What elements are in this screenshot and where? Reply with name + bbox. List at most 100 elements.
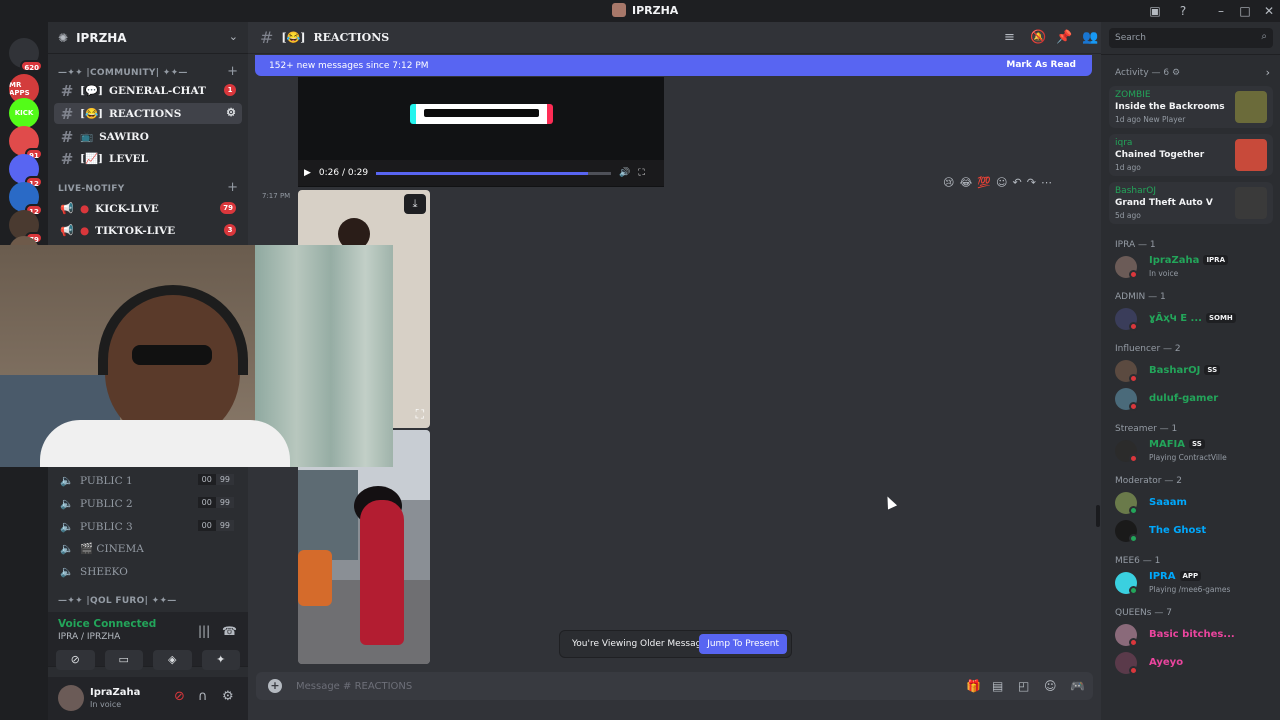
chevron-right-icon[interactable]: › <box>1266 66 1270 79</box>
activity-card[interactable]: ZOMBIE Inside the Backrooms 1d ago New Pla… <box>1109 86 1273 128</box>
threads-icon[interactable]: ≡ <box>1004 30 1015 45</box>
emoji-icon[interactable]: ☺ <box>1044 679 1057 693</box>
voice-location[interactable]: IPRA / IPRZHA <box>58 632 120 642</box>
status-dot <box>1129 638 1138 647</box>
member-item[interactable]: BasharOJ SS <box>1115 358 1275 386</box>
new-messages-bar[interactable]: 152+ new messages since 7:12 PM Mark As … <box>255 55 1092 76</box>
hash-icon: # <box>260 28 274 47</box>
add-channel-icon[interactable]: + <box>227 64 238 79</box>
server-icon[interactable]: 620 <box>9 38 43 72</box>
user-status: In voice <box>90 700 122 709</box>
reaction-icon[interactable]: 💯 <box>977 176 991 189</box>
avatar[interactable] <box>58 685 84 711</box>
pin-icon[interactable]: 📌 <box>1056 30 1072 45</box>
member-item[interactable]: IpraZaha IPRA In voice <box>1115 254 1275 282</box>
channel-reactions[interactable]: # [😂] REACTIONS ⚙ <box>54 103 242 124</box>
speaker-icon: 🔈 <box>60 520 74 533</box>
attach-icon[interactable]: + <box>268 679 282 693</box>
play-icon[interactable]: ▶ <box>304 168 311 178</box>
server-tag: SS <box>1204 365 1221 375</box>
user-name: IpraZaha <box>90 687 141 698</box>
category-community[interactable]: —✦✦ |COMMUNITY| ✦✦— <box>58 68 188 78</box>
maximize-button[interactable]: □ <box>1236 3 1254 19</box>
activity-card[interactable]: iqra Chained Together 1d ago <box>1109 134 1273 176</box>
server-icon[interactable]: 12 <box>9 154 43 188</box>
channel-tiktok-live[interactable]: 📢 ● TIKTOK-LIVE 3 <box>54 220 242 241</box>
search-input[interactable]: Search ⌕ <box>1109 28 1273 48</box>
fullscreen-icon[interactable]: ⛶ <box>638 168 644 178</box>
inbox-icon[interactable]: ▣ <box>1146 3 1164 19</box>
voice-channel-sheeko[interactable]: 🔈 SHEEKO <box>54 561 242 582</box>
server-icon[interactable]: 91 <box>9 126 43 160</box>
user-panel: IpraZaha In voice ⊘ ∩ ⚙ <box>48 677 248 720</box>
server-icon[interactable]: KICK <box>9 98 39 128</box>
channel-settings-icon[interactable]: ⚙ <box>226 106 236 119</box>
server-header[interactable]: ✺ IPRZHA ⌄ <box>48 22 248 54</box>
member-item[interactable]: duluf-gamer <box>1115 386 1275 414</box>
gif-icon[interactable]: ▤ <box>992 679 1003 693</box>
channel-general-chat[interactable]: # [💬] GENERAL-CHAT 1 <box>54 80 242 101</box>
headphones-icon[interactable]: ∩ <box>198 689 208 704</box>
channel-sawiro[interactable]: # 📺 SAWIRO <box>54 126 242 147</box>
help-icon[interactable]: ? <box>1174 3 1192 19</box>
activity-button[interactable]: ◈ <box>153 650 192 670</box>
gift-icon[interactable]: 🎁 <box>966 679 981 693</box>
voice-channel-public-1[interactable]: 🔈 PUBLIC 1 00 99 <box>54 470 242 491</box>
member-item[interactable]: The Ghost <box>1115 518 1275 546</box>
apps-icon[interactable]: 🎮 <box>1070 679 1085 693</box>
mic-muted-icon[interactable]: ⊘ <box>174 689 185 704</box>
reaction-icon[interactable]: 😢 <box>943 176 954 189</box>
game-thumbnail <box>1235 187 1267 219</box>
member-item[interactable]: ɣÃҳԿ E ... SOMH <box>1115 306 1275 334</box>
forward-icon[interactable]: ↷ <box>1027 176 1036 189</box>
jump-to-present-button[interactable]: Jump To Present <box>699 634 787 654</box>
disconnect-icon[interactable]: ☎ <box>222 624 237 638</box>
live-dot-icon: ● <box>80 224 90 237</box>
camera-off-button[interactable]: ⊘ <box>56 650 95 670</box>
chevron-down-icon[interactable]: ⌄ <box>229 30 238 43</box>
server-icon[interactable]: 12 <box>9 182 43 216</box>
reply-icon[interactable]: ↶ <box>1013 176 1022 189</box>
game-thumbnail <box>1235 139 1267 171</box>
add-channel-icon[interactable]: + <box>227 180 238 195</box>
sticker-icon[interactable]: ◰ <box>1018 679 1029 693</box>
gear-icon[interactable]: ⚙ <box>222 689 234 704</box>
voice-channel-cinema[interactable]: 🔈 🎬 CINEMA <box>54 538 242 559</box>
minimize-button[interactable]: – <box>1212 3 1230 19</box>
status-dot <box>1129 402 1138 411</box>
member-item[interactable]: Basic bitches... <box>1115 622 1275 650</box>
download-icon[interactable]: ⤓ <box>404 194 426 214</box>
member-item[interactable]: IPRA APP Playing /mee6-games <box>1115 570 1275 598</box>
activity-card[interactable]: BasharOJ Grand Theft Auto V 5d ago <box>1109 182 1273 224</box>
activity-user: ZOMBIE <box>1115 90 1151 100</box>
category-live-notify[interactable]: LIVE-NOTIFY <box>58 184 125 194</box>
voice-channel-public-3[interactable]: 🔈 PUBLIC 3 00 99 <box>54 516 242 537</box>
member-activity: Playing /mee6-games <box>1149 585 1231 594</box>
scrollbar[interactable] <box>1096 505 1100 527</box>
screen-share-button[interactable]: ▭ <box>104 650 143 670</box>
activity-header: Activity — 6 ⚙ <box>1115 68 1181 78</box>
status-dot <box>1129 454 1138 463</box>
video-progress-bar[interactable] <box>376 171 612 175</box>
channel-level[interactable]: # [📈] LEVEL <box>54 148 242 169</box>
member-name: IPRA APP <box>1149 571 1202 582</box>
fullscreen-icon[interactable]: ⛶ <box>416 407 424 422</box>
member-item[interactable]: Ayeyo <box>1115 650 1275 678</box>
member-item[interactable]: Saaam <box>1115 490 1275 518</box>
category-qol-furo[interactable]: —✦✦ |QOL FURO| ✦✦— <box>58 596 177 606</box>
reaction-icon[interactable]: 😂 <box>959 176 972 189</box>
message-timestamp: 7:17 PM <box>262 192 291 200</box>
channel-kick-live[interactable]: 📢 ● KICK-LIVE 79 <box>54 198 242 219</box>
voice-channel-public-2[interactable]: 🔈 PUBLIC 2 00 99 <box>54 493 242 514</box>
add-reaction-icon[interactable]: ☺ <box>996 176 1007 189</box>
notification-muted-icon[interactable]: 🔕 <box>1030 30 1046 45</box>
volume-icon[interactable]: 🔊 <box>619 168 630 178</box>
server-tag: SS <box>1188 439 1205 449</box>
waveform-icon[interactable]: ||| <box>198 624 210 638</box>
more-icon[interactable]: ⋯ <box>1041 176 1052 189</box>
close-button[interactable]: ✕ <box>1260 3 1278 19</box>
member-item[interactable]: MAFIA SS Playing ContractVille <box>1115 438 1275 466</box>
mark-as-read-button[interactable]: Mark As Read <box>1006 60 1076 70</box>
member-list-icon[interactable]: 👥 <box>1082 30 1098 45</box>
soundboard-button[interactable]: ✦ <box>201 650 240 670</box>
